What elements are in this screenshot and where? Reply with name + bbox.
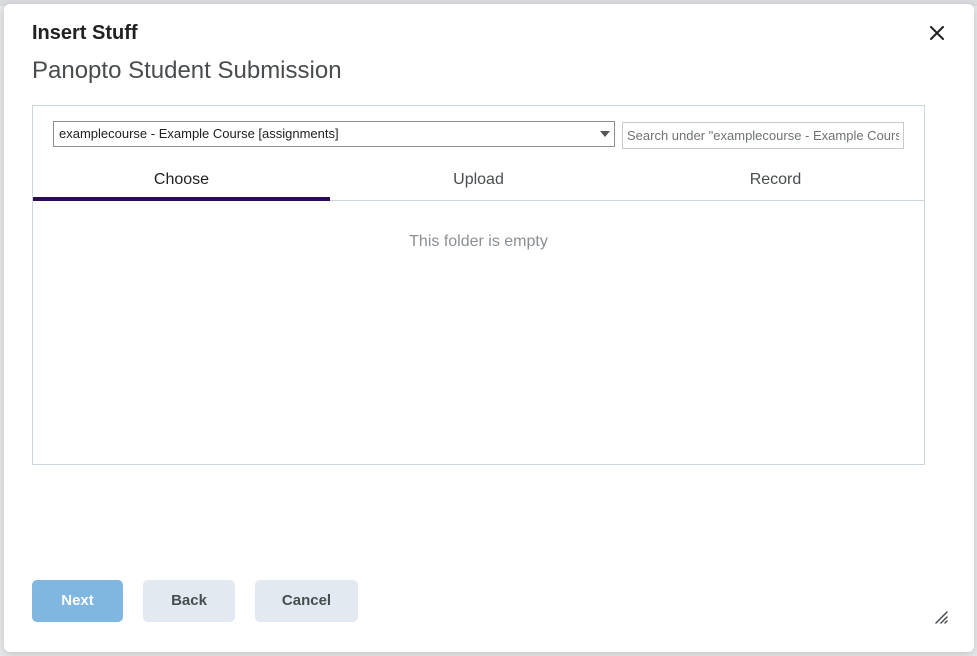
folder-select[interactable]: examplecourse - Example Course [assignme… — [53, 121, 615, 147]
empty-folder-message: This folder is empty — [409, 233, 548, 250]
tab-bar: Choose Upload Record — [33, 162, 924, 201]
search-input[interactable] — [622, 122, 904, 149]
page-title: Panopto Student Submission — [32, 57, 342, 84]
next-button[interactable]: Next — [32, 580, 123, 622]
dialog-title: Insert Stuff — [32, 22, 138, 44]
resize-handle-icon[interactable] — [934, 610, 948, 624]
folder-select-value: examplecourse - Example Course [assignme… — [59, 126, 339, 141]
close-icon — [930, 26, 944, 40]
panopto-frame: examplecourse - Example Course [assignme… — [32, 105, 925, 465]
back-button[interactable]: Back — [143, 580, 235, 622]
insert-stuff-dialog: Insert Stuff Panopto Student Submission … — [4, 4, 974, 652]
tab-record[interactable]: Record — [627, 162, 924, 200]
tab-upload[interactable]: Upload — [330, 162, 627, 200]
cancel-button[interactable]: Cancel — [255, 580, 358, 622]
chevron-down-icon — [600, 131, 610, 137]
tab-choose[interactable]: Choose — [33, 162, 330, 201]
close-button[interactable] — [926, 22, 948, 44]
